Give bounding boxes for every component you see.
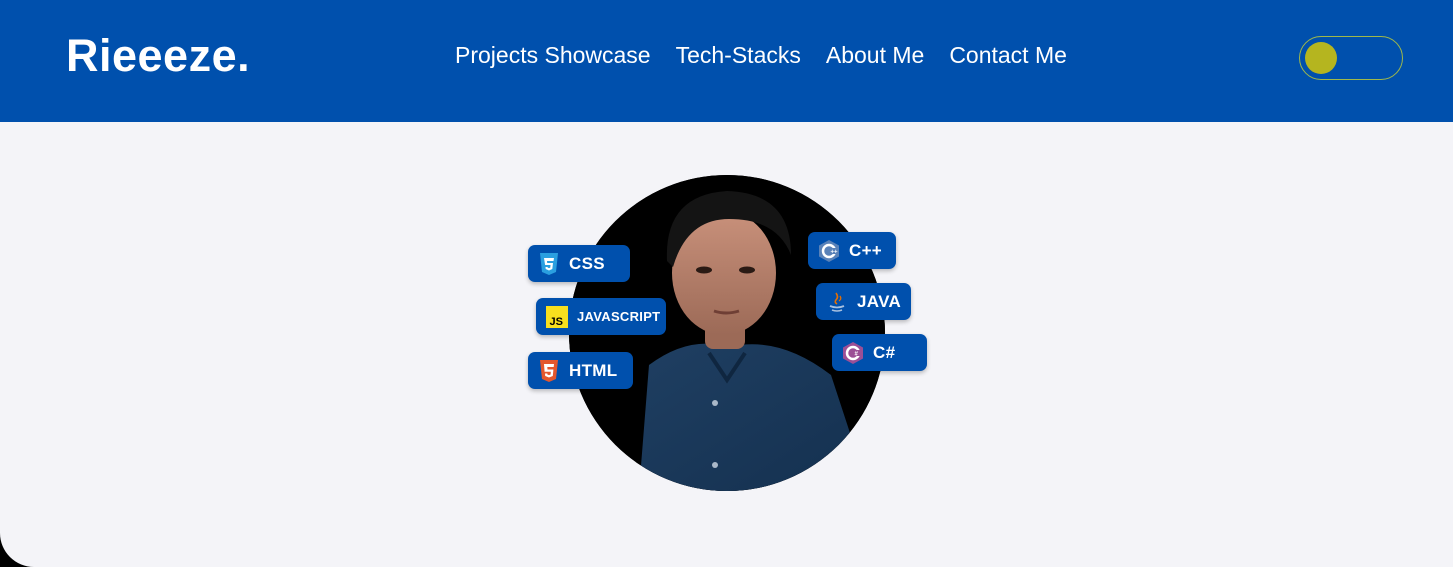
- page: Rieeeze. Projects Showcase Tech-Stacks A…: [0, 0, 1453, 567]
- badge-java: JAVA: [816, 283, 911, 320]
- badge-csharp-label: C#: [873, 342, 896, 362]
- css-icon: [540, 252, 558, 275]
- svg-text:++: ++: [831, 249, 839, 255]
- top-navbar: Rieeeze. Projects Showcase Tech-Stacks A…: [0, 0, 1453, 122]
- svg-text:JS: JS: [550, 316, 563, 328]
- nav-contact-me[interactable]: Contact Me: [949, 42, 1067, 69]
- cpp-icon: ++: [819, 239, 839, 262]
- badge-html: HTML: [528, 352, 633, 389]
- badge-java-label: JAVA: [857, 291, 902, 311]
- badge-css-label: CSS: [569, 253, 605, 273]
- badge-csharp: # C#: [832, 334, 927, 371]
- badge-cpp-label: C++: [849, 240, 883, 260]
- badge-css: CSS: [528, 245, 630, 282]
- theme-toggle[interactable]: [1299, 36, 1403, 80]
- nav-tech-stacks[interactable]: Tech-Stacks: [676, 42, 801, 69]
- main-nav: Projects Showcase Tech-Stacks About Me C…: [455, 42, 1067, 69]
- site-logo[interactable]: Rieeeze.: [66, 30, 250, 82]
- javascript-icon: JS: [546, 305, 568, 328]
- nav-projects-showcase[interactable]: Projects Showcase: [455, 42, 651, 69]
- toggle-knob: [1305, 42, 1337, 74]
- csharp-icon: #: [843, 341, 863, 364]
- html5-icon: [540, 359, 558, 382]
- java-icon: [829, 292, 845, 312]
- badge-javascript-label: JAVASCRIPT: [577, 309, 661, 324]
- badge-javascript: JS JAVASCRIPT: [536, 298, 666, 335]
- nav-about-me[interactable]: About Me: [826, 42, 924, 69]
- badge-cpp: ++ C++: [808, 232, 896, 269]
- badge-html-label: HTML: [569, 360, 618, 380]
